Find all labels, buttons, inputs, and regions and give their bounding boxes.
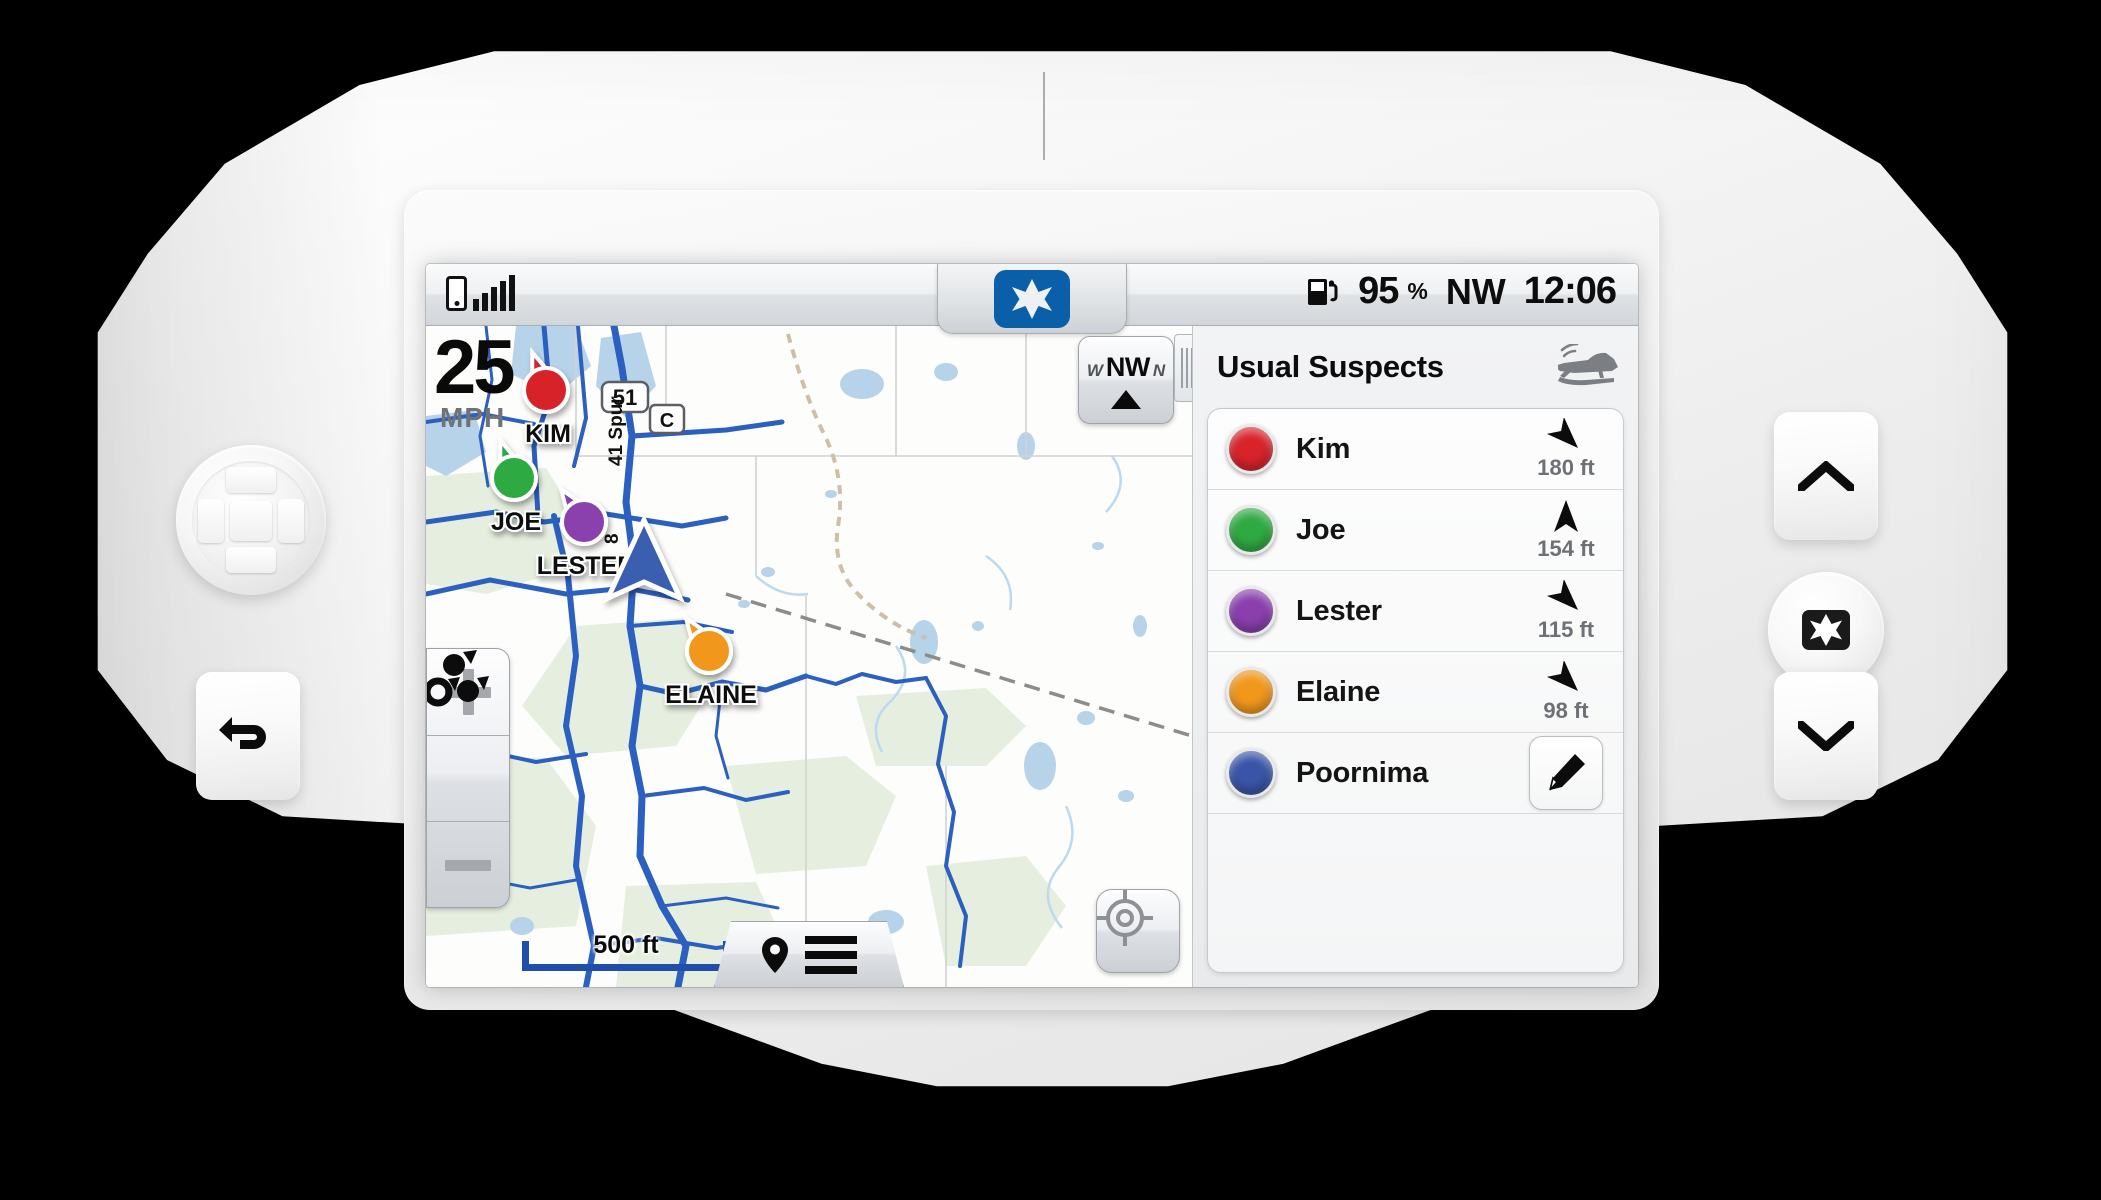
rider-row[interactable]: Kim 180 ft — [1208, 409, 1623, 490]
rider-distance: 115 ft — [1537, 616, 1595, 642]
rider-row-action: 154 ft — [1523, 499, 1609, 562]
zoom-out-button[interactable] — [427, 822, 509, 907]
map-pin-icon — [761, 936, 788, 973]
minus-icon — [445, 842, 491, 888]
rider-name: Kim — [1296, 432, 1351, 465]
brand-logo-tab — [937, 264, 1127, 334]
fuel-level-unit: % — [1407, 278, 1428, 304]
map-zoom-controls — [426, 648, 510, 908]
svg-text:41 Spur: 41 Spur — [606, 396, 627, 466]
rider-bearing-arrow — [1546, 417, 1579, 448]
rider-row-action[interactable] — [1523, 736, 1609, 810]
rider-distance: 180 ft — [1537, 454, 1595, 480]
housing-seam — [1043, 72, 1045, 160]
snowmobile-signal-icon — [1554, 342, 1620, 391]
dpad-joystick[interactable] — [176, 445, 326, 595]
down-button[interactable] — [1774, 672, 1878, 800]
compass-right-label: N — [1152, 360, 1166, 380]
dpad-down[interactable] — [226, 547, 276, 573]
display-screen: 95 % NW 12:06 51 C 41 Spur 8 KIM JOE LES… — [426, 264, 1638, 987]
clock: 12:06 — [1523, 270, 1617, 312]
map-menu-button[interactable] — [714, 921, 904, 987]
rider-color-dot — [1226, 586, 1276, 636]
panel-drag-handle[interactable] — [1174, 334, 1192, 402]
svg-text:8: 8 — [602, 533, 623, 544]
rider-bearing-arrow — [1546, 660, 1579, 691]
rider-row-action: 180 ft — [1523, 417, 1609, 481]
fuel-pump-icon — [1306, 275, 1340, 309]
rider-row-action: 98 ft — [1523, 660, 1609, 724]
phone-icon — [446, 276, 467, 311]
speed-display: 25 MPH — [434, 330, 516, 434]
connectivity-indicator — [446, 275, 515, 311]
rider-name: Joe — [1296, 513, 1346, 546]
group-track-button[interactable] — [427, 650, 509, 823]
rider-row[interactable]: Lester 115 ft — [1208, 571, 1623, 652]
rider-bearing-arrow — [1554, 499, 1578, 532]
riders-list: Kim 180 ft Joe 154 ft Lester 115 ft Elaine 98 f… — [1207, 408, 1624, 973]
up-button[interactable] — [1774, 412, 1878, 540]
compass-left-label: W — [1086, 360, 1103, 380]
dpad-center[interactable] — [230, 501, 272, 541]
rider-distance: 98 ft — [1543, 697, 1589, 723]
hamburger-menu-icon — [804, 935, 857, 974]
dpad-inner[interactable] — [192, 461, 310, 579]
rider-row-action: 115 ft — [1523, 579, 1609, 643]
rider-color-dot — [1226, 505, 1276, 555]
compass-widget[interactable]: W NW N — [1078, 336, 1174, 424]
rider-name: Lester — [1296, 594, 1382, 627]
rider-color-dot — [1226, 748, 1276, 798]
polaris-star-glyph — [1012, 278, 1052, 319]
list-empty-row — [1208, 814, 1623, 895]
map-canvas: 51 C 41 Spur 8 — [426, 326, 1192, 987]
rider-row[interactable]: Poornima — [1208, 733, 1623, 814]
speed-value: 25 — [434, 326, 516, 410]
group-riders-icon — [427, 650, 489, 707]
gps-crosshair-icon — [1097, 890, 1153, 946]
svg-text:C: C — [660, 410, 674, 432]
rider-bearing-arrow — [1546, 579, 1579, 610]
dpad-up[interactable] — [226, 467, 276, 493]
rider-row[interactable]: Elaine 98 ft — [1208, 652, 1623, 733]
rider-color-dot — [1226, 424, 1276, 474]
compass-center-label: NW — [1105, 351, 1150, 382]
chevron-up-icon — [1798, 461, 1854, 491]
home-button[interactable] — [1768, 572, 1884, 688]
chevron-down-icon — [1798, 721, 1854, 751]
status-bar: 95 % NW 12:06 — [426, 264, 1638, 334]
recenter-button[interactable] — [1096, 889, 1180, 973]
rider-name: Poornima — [1296, 756, 1429, 789]
screenshot-root: 95 % NW 12:06 51 C 41 Spur 8 KIM JOE LES… — [0, 0, 2101, 1200]
back-arrow-icon — [219, 717, 266, 749]
riders-panel-header: Usual Suspects — [1193, 326, 1638, 408]
pencil-edit-icon — [1549, 754, 1585, 791]
fuel-level-value: 95 — [1358, 270, 1399, 312]
polaris-star-logo — [994, 269, 1070, 328]
map-view[interactable]: 51 C 41 Spur 8 KIM JOE LESTER ELAINE 25 … — [426, 326, 1192, 987]
speed-unit: MPH — [440, 402, 506, 434]
riders-panel-title: Usual Suspects — [1217, 349, 1444, 384]
map-scale-label: 500 ft — [593, 931, 659, 959]
rider-name: Elaine — [1296, 675, 1381, 708]
rider-color-dot — [1226, 667, 1276, 717]
polaris-star-icon — [1802, 610, 1850, 650]
riders-panel: Usual Suspects Kim 180 ft Joe 154 ft Les… — [1192, 326, 1638, 987]
county-road-shield-c: C — [648, 403, 686, 435]
edit-group-button[interactable] — [1529, 736, 1603, 810]
back-button[interactable] — [196, 672, 300, 800]
map-scale-bar: 500 ft — [522, 931, 730, 971]
dpad-left[interactable] — [198, 499, 224, 543]
status-right-group: 95 % NW 12:06 — [1306, 270, 1617, 313]
compass-triangle-icon — [1111, 389, 1141, 409]
heading-indicator: NW — [1445, 270, 1506, 312]
signal-bars-icon — [473, 275, 515, 311]
dpad-right[interactable] — [278, 499, 304, 543]
rider-distance: 154 ft — [1537, 535, 1595, 561]
rider-row[interactable]: Joe 154 ft — [1208, 490, 1623, 571]
